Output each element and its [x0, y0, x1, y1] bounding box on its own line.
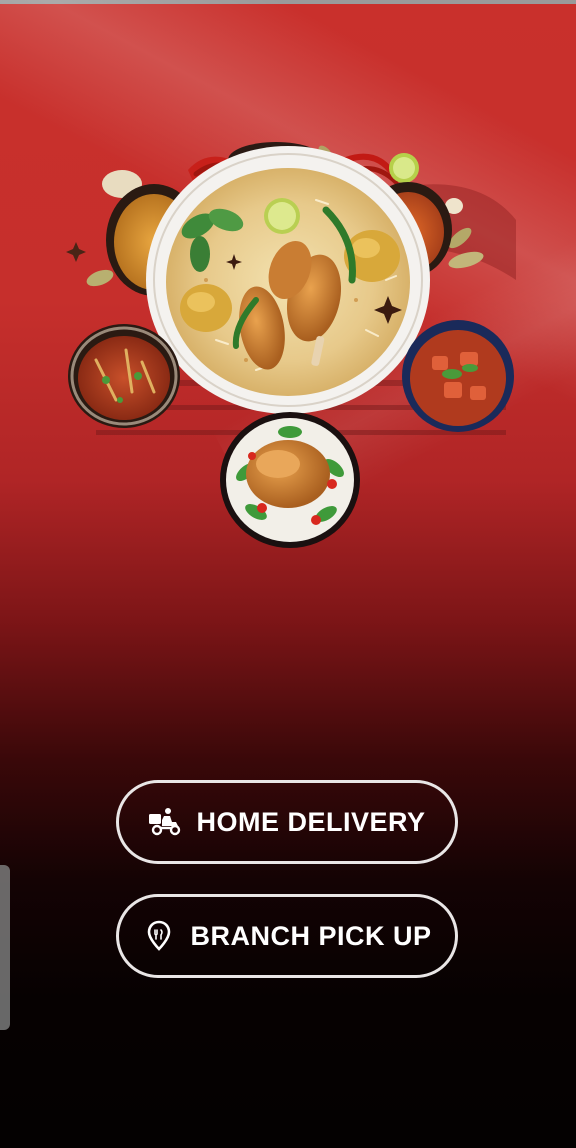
- branch-pickup-label: BRANCH PICK UP: [190, 920, 432, 951]
- biryani-platter-image: [66, 142, 516, 548]
- side-panel-handle[interactable]: [0, 865, 10, 1030]
- splash-screen: HOME DELIVERY BRANCH PICK UP: [0, 0, 576, 1148]
- delivery-scooter-icon: [148, 806, 182, 838]
- status-bar-strip: [0, 0, 576, 4]
- branch-pickup-button[interactable]: BRANCH PICK UP: [116, 894, 458, 978]
- home-delivery-button[interactable]: HOME DELIVERY: [116, 780, 458, 864]
- home-delivery-label: HOME DELIVERY: [196, 806, 426, 837]
- location-pin-icon: [142, 920, 176, 952]
